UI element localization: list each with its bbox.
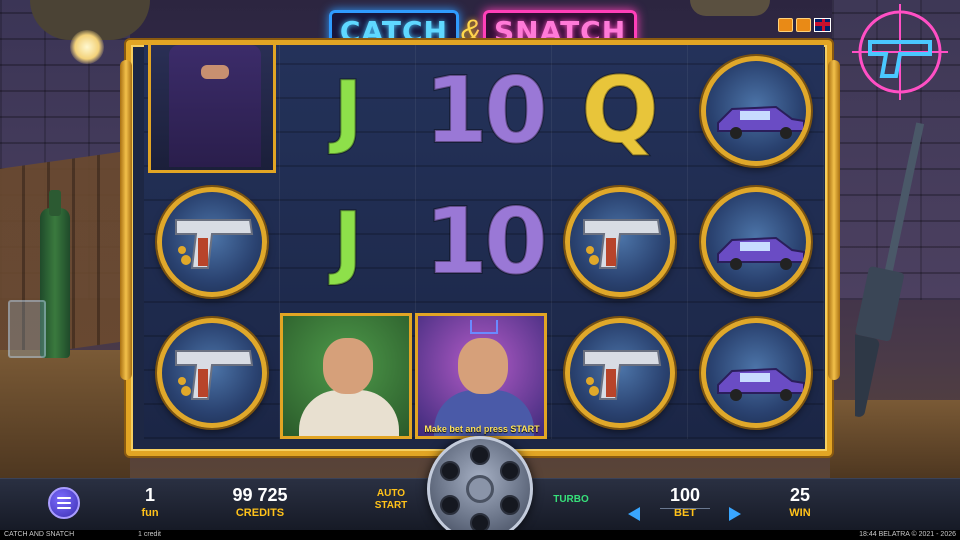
symbol-pistol [144,176,280,307]
crown-icon [470,320,498,334]
spin-button[interactable] [427,436,533,540]
pistol-icon [175,218,254,269]
rifle-icon [855,122,925,417]
win-value: 25 [789,485,811,505]
pistol-coin-icon [157,317,267,428]
pistol-coin-icon [565,317,675,428]
symbol-gangster-green [280,313,412,439]
symbol-q-text: Q [580,56,660,164]
game-name: CATCH AND SNATCH [4,531,75,538]
hint-message: Make bet and press START [424,424,540,434]
symbol-pistol [144,307,280,438]
chamber-icon [440,461,460,481]
light-bulb-icon [70,30,104,64]
chamber-icon [440,495,460,515]
car-icon [717,367,805,401]
neon-gun-icon [852,4,948,100]
symbol-j: J [280,45,416,176]
glass-icon [8,300,46,358]
symbol-10-text: 10 [423,187,549,295]
fun-label: fun [141,507,159,519]
car-icon [717,105,805,139]
symbol-10: 10 [416,45,552,176]
pistol-icon [583,218,662,269]
win-label: WIN [789,507,811,519]
gangster-face [458,338,508,394]
chamber-icon [500,461,520,481]
gangster-face [323,338,373,394]
credits-display: 99 725 CREDITS [222,485,298,519]
symbol-gangster-boss [415,313,547,439]
win-display: 25 WIN [770,485,830,519]
symbol-pistol [552,307,688,438]
symbol-car [688,307,824,438]
auto-start-button[interactable]: AUTO START [366,488,416,512]
reel-4: Q [552,45,688,439]
pistol-coin-icon [157,186,267,297]
pistol-icon [175,349,254,400]
reel-5 [688,45,824,439]
auto-start-line1: AUTO [376,488,406,499]
car-coin-icon [701,317,811,428]
status-bar: CATCH AND SNATCH 1 credit 18:44 BELATRA … [0,530,960,540]
ceiling-lamp-right [690,0,770,16]
arrow-right-icon[interactable] [729,507,741,521]
symbol-j-text: J [332,194,364,288]
chamber-icon [470,445,490,465]
symbol-10-text: 10 [423,56,549,164]
boss-figure [169,45,261,167]
turbo-button[interactable]: TURBO [546,494,596,505]
car-icon [717,236,805,270]
symbol-j-text: J [332,63,364,157]
chamber-icon [500,495,520,515]
info-icon[interactable] [778,18,793,32]
credit-unit: 1 credit [138,531,161,538]
symbol-10: 10 [416,176,552,307]
car-coin-icon [701,186,811,297]
symbol-car [688,176,824,307]
pistol-coin-icon [565,186,675,297]
frame-rail-right [828,60,840,380]
symbol-q: Q [552,45,688,176]
boss-hand [201,65,229,79]
frame-rail-left [120,60,132,380]
symbol-pistol [552,176,688,307]
status-right-text: 18:44 BELATRA © 2021 - 2026 [859,531,956,538]
top-right-icons [778,18,831,32]
fun-display: 1 fun [120,485,180,519]
car-coin-icon [701,55,811,166]
bar-counter-left [0,350,130,478]
credits-label: CREDITS [235,507,285,519]
bet-underline [660,508,710,509]
menu-icon-line [57,502,71,504]
credits-value: 99 725 [232,485,288,505]
settings-icon[interactable] [796,18,811,32]
bet-value: 100 [669,485,701,505]
menu-button[interactable] [48,487,80,519]
menu-icon-line [57,507,71,509]
arrow-left-icon[interactable] [628,507,640,521]
symbol-j: J [280,176,416,307]
menu-icon [57,497,71,499]
spin-revolver-icon [466,475,494,503]
bet-display: 100 BET [650,485,720,519]
flag-uk-icon[interactable] [814,18,831,32]
gangster-body [299,390,399,436]
pistol-icon [583,349,662,400]
symbol-car [688,45,824,176]
auto-start-line2: START [374,500,408,511]
symbol-boss-seated [148,45,276,173]
fun-value: 1 [144,485,155,505]
